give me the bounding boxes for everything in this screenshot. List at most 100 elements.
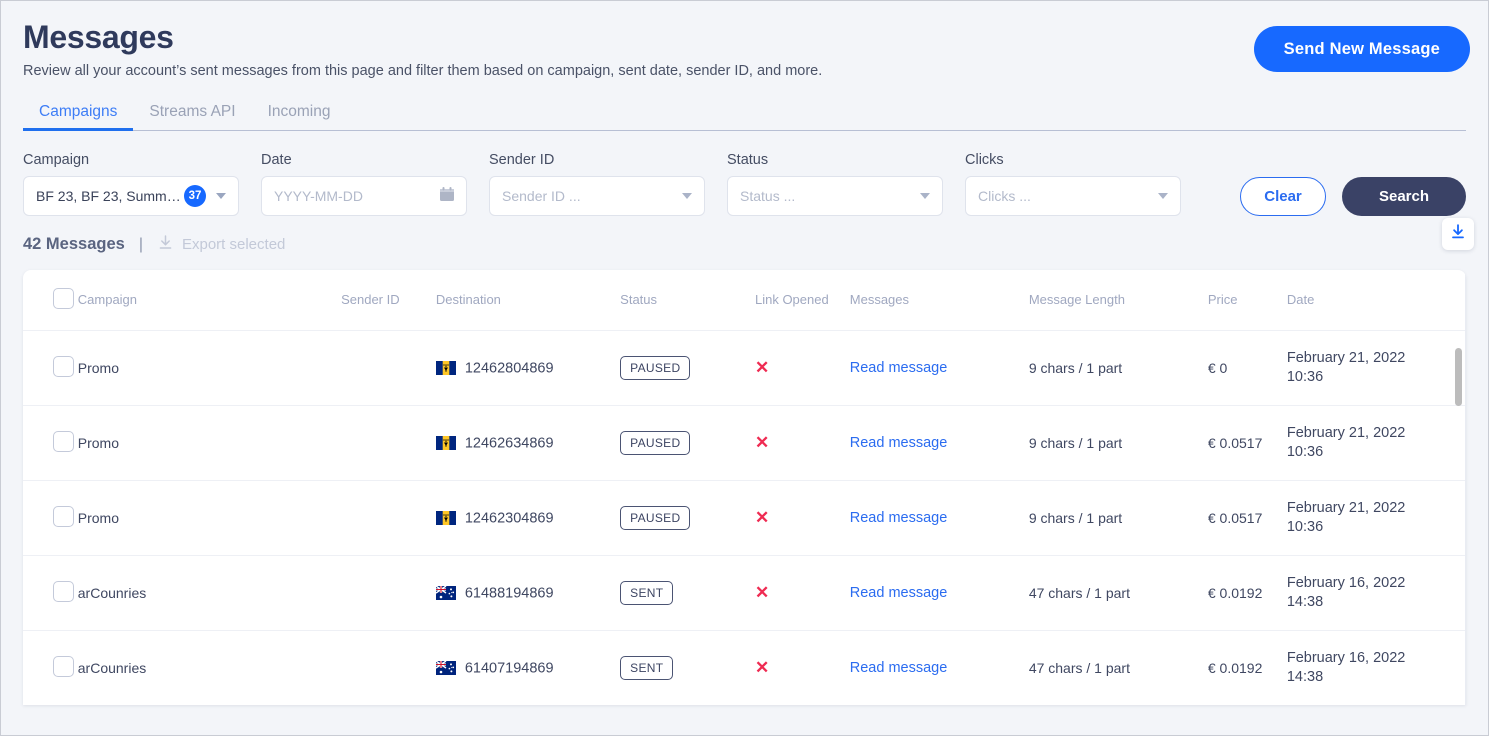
cell-price: € 0.0192 bbox=[1207, 555, 1287, 631]
cell-campaign: Promo bbox=[77, 330, 342, 406]
not-opened-icon: ✕ bbox=[754, 583, 770, 602]
column-header-status[interactable]: Status bbox=[620, 270, 755, 331]
cell-link-opened: ✕ bbox=[754, 630, 850, 705]
row-checkbox[interactable] bbox=[53, 580, 74, 602]
cell-date: February 21, 2022 10:36 bbox=[1286, 330, 1466, 406]
download-icon bbox=[1449, 223, 1467, 246]
table-body: Promo 12462804869 PAUSED ✕ Read message 9 cha… bbox=[23, 330, 1466, 705]
tab-bar: Campaigns Streams API Incoming bbox=[23, 97, 1466, 131]
messages-table-card: Campaign Sender ID Destination Status Li… bbox=[23, 270, 1466, 705]
tab-campaigns[interactable]: Campaigns bbox=[23, 97, 134, 131]
cell-campaign: arCounries bbox=[77, 555, 342, 631]
sender-id-select[interactable]: Sender ID ... bbox=[489, 176, 705, 216]
column-header-message-length[interactable]: Message Length bbox=[1028, 270, 1208, 331]
table-row[interactable]: arCounries 61407194869 SENT ✕ Read message 47… bbox=[23, 630, 1466, 705]
table-head: Campaign Sender ID Destination Status Li… bbox=[23, 270, 1466, 331]
column-header-date[interactable]: Date bbox=[1286, 270, 1466, 331]
row-select-cell bbox=[23, 330, 78, 406]
export-selected-button[interactable]: Export selected bbox=[157, 234, 285, 255]
column-header-destination[interactable]: Destination bbox=[435, 270, 621, 331]
tab-incoming[interactable]: Incoming bbox=[252, 97, 347, 130]
destination-number: 12462804869 bbox=[464, 360, 554, 377]
cell-message-length: 9 chars / 1 part bbox=[1028, 405, 1208, 481]
cell-sender-id bbox=[341, 330, 436, 406]
date-day: February 21, 2022 bbox=[1286, 349, 1406, 366]
row-checkbox[interactable] bbox=[53, 430, 74, 452]
cell-sender-id bbox=[341, 630, 436, 705]
date-time: 10:36 bbox=[1286, 518, 1324, 535]
cell-date: February 16, 2022 14:38 bbox=[1286, 630, 1466, 705]
filter-actions: Clear Search bbox=[1240, 177, 1466, 216]
cell-status: SENT bbox=[620, 555, 755, 631]
search-button[interactable]: Search bbox=[1342, 177, 1466, 216]
filter-status-label: Status bbox=[727, 152, 769, 168]
summary-divider: | bbox=[138, 235, 143, 253]
cell-status: PAUSED bbox=[620, 405, 755, 481]
cell-destination: 12462804869 bbox=[435, 330, 621, 406]
filter-sender-id-label: Sender ID bbox=[489, 152, 555, 168]
status-select[interactable]: Status ... bbox=[727, 176, 943, 216]
read-message-link[interactable]: Read message bbox=[850, 360, 948, 376]
destination-number: 12462634869 bbox=[464, 435, 554, 452]
cell-sender-id bbox=[341, 480, 436, 556]
column-header-messages[interactable]: Messages bbox=[849, 270, 1029, 331]
messages-table: Campaign Sender ID Destination Status Li… bbox=[23, 270, 1466, 705]
filter-campaign-label: Campaign bbox=[23, 152, 90, 168]
filter-date-label: Date bbox=[261, 152, 292, 168]
cell-message-length: 9 chars / 1 part bbox=[1028, 330, 1208, 406]
table-row[interactable]: Promo 12462804869 PAUSED ✕ Read message 9 cha… bbox=[23, 330, 1466, 406]
cell-campaign: Promo bbox=[77, 405, 342, 481]
clicks-select[interactable]: Clicks ... bbox=[965, 176, 1181, 216]
status-placeholder: Status ... bbox=[740, 188, 796, 204]
campaign-select[interactable]: BF 23, BF 23, Summ… 37 bbox=[23, 176, 239, 216]
cell-sender-id bbox=[341, 555, 436, 631]
read-message-link[interactable]: Read message bbox=[850, 435, 948, 451]
cell-destination: 61407194869 bbox=[435, 630, 621, 705]
cell-price: € 0.0517 bbox=[1207, 480, 1287, 556]
send-new-message-button[interactable]: Send New Message bbox=[1253, 26, 1470, 72]
read-message-link[interactable]: Read message bbox=[850, 510, 948, 526]
table-row[interactable]: arCounries 61488194869 SENT ✕ Read message 47… bbox=[23, 555, 1466, 631]
column-header-campaign[interactable]: Campaign bbox=[77, 270, 342, 331]
select-all-checkbox[interactable] bbox=[53, 287, 74, 309]
read-message-link[interactable]: Read message bbox=[850, 660, 948, 676]
calendar-icon[interactable] bbox=[440, 187, 454, 205]
filter-clicks-label: Clicks bbox=[965, 152, 1004, 168]
row-checkbox[interactable] bbox=[53, 355, 74, 377]
cell-date: February 21, 2022 10:36 bbox=[1286, 405, 1466, 481]
cell-price: € 0.0192 bbox=[1207, 630, 1287, 705]
clear-button[interactable]: Clear bbox=[1240, 177, 1326, 216]
table-row[interactable]: Promo 12462304869 PAUSED ✕ Read message 9 cha… bbox=[23, 480, 1466, 556]
column-header-link-opened[interactable]: Link Opened bbox=[754, 270, 850, 331]
tab-streams-api[interactable]: Streams API bbox=[133, 97, 251, 130]
select-all-header bbox=[23, 270, 78, 331]
cell-link-opened: ✕ bbox=[754, 555, 850, 631]
date-input-wrapper[interactable]: YYYY-MM-DD bbox=[261, 176, 467, 216]
cell-destination: 12462634869 bbox=[435, 405, 621, 481]
row-checkbox[interactable] bbox=[53, 505, 74, 527]
barbados-flag bbox=[435, 511, 456, 526]
filter-bar: Campaign BF 23, BF 23, Summ… 37 Date YYY… bbox=[1, 131, 1488, 216]
table-right-edge bbox=[1465, 270, 1466, 705]
export-selected-label: Export selected bbox=[181, 236, 286, 253]
read-message-link[interactable]: Read message bbox=[850, 585, 948, 601]
cell-status: SENT bbox=[620, 630, 755, 705]
column-header-price[interactable]: Price bbox=[1207, 270, 1287, 331]
table-scrollbar[interactable] bbox=[1455, 348, 1462, 406]
cell-messages: Read message bbox=[849, 480, 1029, 556]
cell-messages: Read message bbox=[849, 630, 1029, 705]
page-subtitle: Review all your account’s sent messages … bbox=[23, 63, 823, 79]
status-badge: PAUSED bbox=[620, 355, 691, 380]
filter-date: Date YYYY-MM-DD bbox=[261, 151, 467, 216]
date-day: February 21, 2022 bbox=[1286, 424, 1406, 441]
cell-link-opened: ✕ bbox=[754, 330, 850, 406]
date-time: 14:38 bbox=[1286, 593, 1324, 610]
column-header-sender-id[interactable]: Sender ID bbox=[341, 270, 436, 331]
date-day: February 16, 2022 bbox=[1286, 574, 1406, 591]
filter-campaign: Campaign BF 23, BF 23, Summ… 37 bbox=[23, 151, 239, 216]
destination-number: 61488194869 bbox=[464, 585, 554, 602]
table-row[interactable]: Promo 12462634869 PAUSED ✕ Read message 9 cha… bbox=[23, 405, 1466, 481]
row-checkbox[interactable] bbox=[53, 655, 74, 677]
download-all-button[interactable] bbox=[1442, 218, 1474, 250]
date-time: 14:38 bbox=[1286, 668, 1324, 685]
